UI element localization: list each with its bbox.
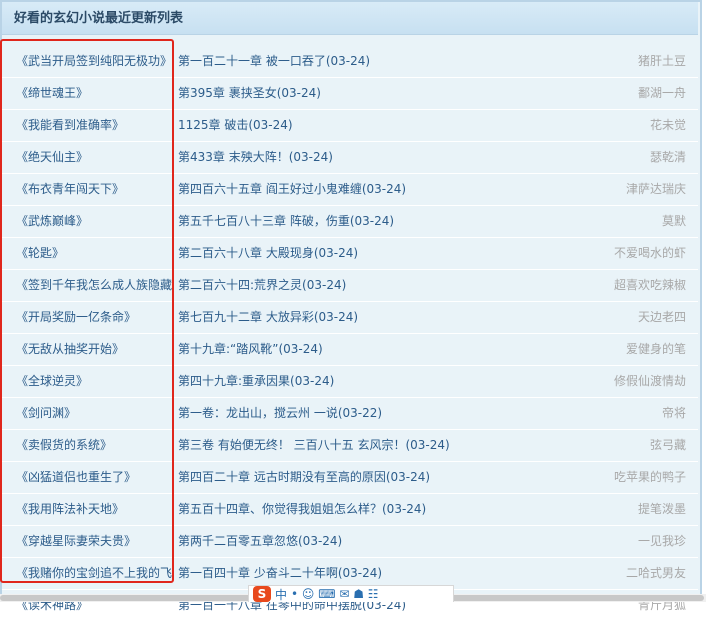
author-name: 莫默	[661, 214, 686, 228]
list-row: 《我能看到准确率》 1125章 破击(03-24) 花未觉	[2, 110, 698, 142]
list-row: 《全球逆灵》 第四十九章:重承因果(03-24) 修假仙渡情劫	[2, 366, 698, 398]
list-row: 《开局奖励一亿条命》 第七百九十二章 大放异彩(03-24) 天边老四	[2, 302, 698, 334]
list-header: 好看的玄幻小说最近更新列表	[2, 2, 698, 35]
chapter-link[interactable]: 第四百六十五章 阎王好过小鬼难缠(03-24)	[178, 174, 406, 205]
author-name: 瑟乾清	[649, 150, 686, 164]
list-row: 《穿越星际妻荣夫贵》 第两千二百零五章忽悠(03-24) 一见我珍	[2, 526, 698, 558]
author-name: 帝将	[661, 406, 686, 420]
novel-title-link[interactable]: 《布衣青年闯天下》	[16, 174, 176, 205]
novel-title-link[interactable]: 《我用阵法补天地》	[16, 494, 176, 525]
chapter-link[interactable]: 第一卷：龙出山，搅云州 一说(03-22)	[178, 398, 382, 429]
list-row: 《武炼巅峰》 第五千七百八十三章 阵破，伤重(03-24) 莫默	[2, 206, 698, 238]
chapter-link[interactable]: 第五千七百八十三章 阵破，伤重(03-24)	[178, 206, 394, 237]
novel-title-link[interactable]: 《武当开局签到纯阳无极功》	[16, 46, 176, 77]
author-name: 猪肝土豆	[637, 54, 686, 68]
author-name: 爱健身的笔	[625, 342, 686, 356]
author-name: 提笔泼墨	[637, 502, 686, 516]
list-row: 《武当开局签到纯阳无极功》 第一百二十一章 被一口吞了(03-24) 猪肝土豆	[2, 46, 698, 78]
list-row: 《剑问渊》 第一卷：龙出山，搅云州 一说(03-22) 帝将	[2, 398, 698, 430]
novel-title-link[interactable]: 《我能看到准确率》	[16, 110, 176, 141]
novel-title-link[interactable]: 《开局奖励一亿条命》	[16, 302, 176, 333]
list-row: 《绝天仙主》 第433章 末殃大阵！(03-24) 瑟乾清	[2, 142, 698, 174]
ime-tool-icons[interactable]: • ☺ ⌨ ✉ ☗ ☷	[291, 587, 379, 601]
list-row: 《轮匙》 第二百六十八章 大殿现身(03-24) 不爱喝水的虾	[2, 238, 698, 270]
author-name: 二哈式男友	[625, 566, 686, 580]
chapter-link[interactable]: 第四十九章:重承因果(03-24)	[178, 366, 334, 397]
novel-title-link[interactable]: 《我赌你的宝剑追不上我的飞	[16, 558, 176, 589]
list-row: 《我用阵法补天地》 第五百十四章、你觉得我姐姐怎么样？(03-24) 提笔泼墨	[2, 494, 698, 526]
author-name: 弦弓藏	[649, 438, 686, 452]
author-name: 花未觉	[649, 118, 686, 132]
novel-title-link[interactable]: 《剑问渊》	[16, 398, 176, 429]
list-row: 《凶猛道侣也重生了》 第四百二十章 远古时期没有至高的原因(03-24) 吃苹果的鸭…	[2, 462, 698, 494]
ime-lang-toggle[interactable]: 中	[275, 586, 287, 603]
list-row: 《无敌从抽奖开始》 第十九章:“踏风靴”(03-24) 爱健身的笔	[2, 334, 698, 366]
novel-title-link[interactable]: 《无敌从抽奖开始》	[16, 334, 176, 365]
chapter-link[interactable]: 第395章 裹挟圣女(03-24)	[178, 78, 321, 109]
novel-title-link[interactable]: 《凶猛道侣也重生了》	[16, 462, 176, 493]
author-name: 吃苹果的鸭子	[613, 470, 686, 484]
chapter-link[interactable]: 第一百二十一章 被一口吞了(03-24)	[178, 46, 370, 77]
novel-title-link[interactable]: 《签到千年我怎么成人族隐藏	[16, 270, 176, 301]
chapter-link[interactable]: 第七百九十二章 大放异彩(03-24)	[178, 302, 358, 333]
novel-title-link[interactable]: 《缔世魂王》	[16, 78, 176, 109]
list-row: 《卖假货的系统》 第三卷 有始便无终！ 三百八十五 玄风宗！(03-24) 弦弓藏	[2, 430, 698, 462]
ime-toolbar[interactable]: S 中 • ☺ ⌨ ✉ ☗ ☷	[248, 585, 454, 602]
author-name: 鄱湖一舟	[637, 86, 686, 100]
chapter-link[interactable]: 第二百六十四:荒界之灵(03-24)	[178, 270, 346, 301]
novel-title-link[interactable]: 《绝天仙主》	[16, 142, 176, 173]
novel-title-link[interactable]: 《卖假货的系统》	[16, 430, 176, 461]
chapter-link[interactable]: 第二百六十八章 大殿现身(03-24)	[178, 238, 358, 269]
novel-title-link[interactable]: 《全球逆灵》	[16, 366, 176, 397]
chapter-link[interactable]: 第五百十四章、你觉得我姐姐怎么样？(03-24)	[178, 494, 426, 525]
chapter-link[interactable]: 1125章 破击(03-24)	[178, 110, 293, 141]
list-row: 《缔世魂王》 第395章 裹挟圣女(03-24) 鄱湖一舟	[2, 78, 698, 110]
novel-title-link[interactable]: 《轮匙》	[16, 238, 176, 269]
chapter-link[interactable]: 第十九章:“踏风靴”(03-24)	[178, 334, 323, 365]
novel-title-link[interactable]: 《武炼巅峰》	[16, 206, 176, 237]
chapter-link[interactable]: 第两千二百零五章忽悠(03-24)	[178, 526, 342, 557]
author-name: 修假仙渡情劫	[613, 374, 686, 388]
list-row: 《布衣青年闯天下》 第四百六十五章 阎王好过小鬼难缠(03-24) 津萨达瑞庆	[2, 174, 698, 206]
chapter-link[interactable]: 第433章 末殃大阵！(03-24)	[178, 142, 333, 173]
novel-title-link[interactable]: 《穿越星际妻荣夫贵》	[16, 526, 176, 557]
list-row: 《签到千年我怎么成人族隐藏 第二百六十四:荒界之灵(03-24) 超喜欢吃辣椒	[2, 270, 698, 302]
sogou-logo-icon[interactable]: S	[253, 586, 271, 602]
author-name: 天边老四	[637, 310, 686, 324]
author-name: 一见我珍	[637, 534, 686, 548]
author-name: 津萨达瑞庆	[625, 182, 686, 196]
chapter-link[interactable]: 第四百二十章 远古时期没有至高的原因(03-24)	[178, 462, 430, 493]
chapter-link[interactable]: 第三卷 有始便无终！ 三百八十五 玄风宗！(03-24)	[178, 430, 450, 461]
author-name: 超喜欢吃辣椒	[613, 278, 686, 292]
author-name: 不爱喝水的虾	[613, 246, 686, 260]
novel-list: 《武当开局签到纯阳无极功》 第一百二十一章 被一口吞了(03-24) 猪肝土豆《缔世…	[2, 46, 698, 622]
